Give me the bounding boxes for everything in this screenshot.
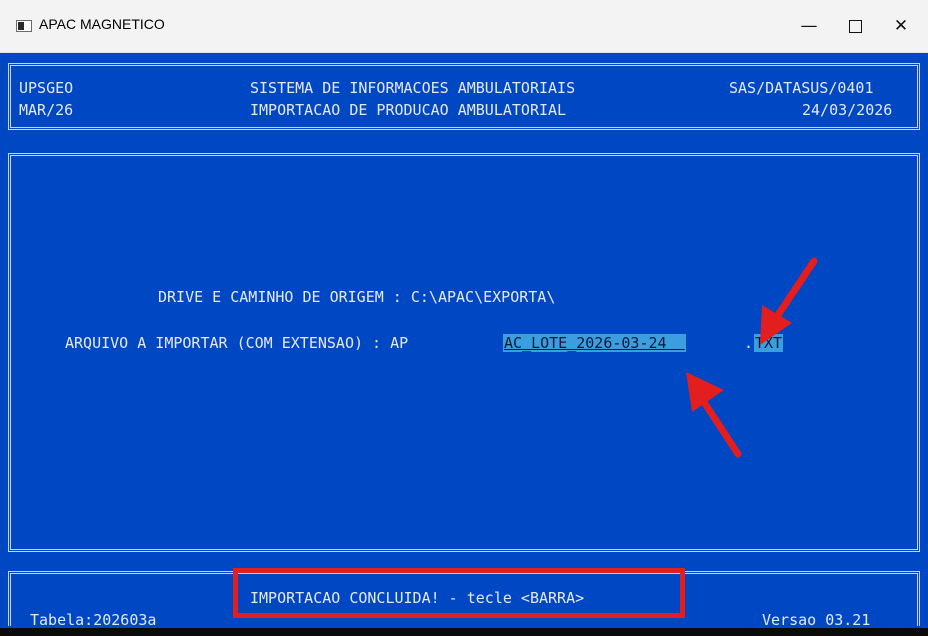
arrow-to-filename-icon bbox=[686, 372, 742, 458]
header-date: 24/03/2026 bbox=[802, 101, 893, 119]
header-screen-title: IMPORTACAO DE PRODUCAO AMBULATORIAL bbox=[250, 101, 567, 119]
app-icon bbox=[16, 20, 32, 32]
maximize-icon bbox=[848, 19, 862, 33]
bottom-strip bbox=[0, 628, 928, 636]
program-version-label: Versao 03.21 bbox=[760, 611, 873, 629]
title-bar[interactable]: APAC MAGNETICO — ✕ bbox=[0, 0, 928, 53]
apac-window: APAC MAGNETICO — ✕ UPSGEO MAR/26 SISTEMA… bbox=[0, 0, 928, 636]
minimize-button[interactable]: — bbox=[786, 0, 832, 52]
close-button[interactable]: ✕ bbox=[878, 0, 924, 52]
arrow-to-extension-icon bbox=[760, 257, 818, 345]
window-title: APAC MAGNETICO bbox=[39, 16, 165, 32]
maximize-button[interactable] bbox=[832, 0, 878, 52]
file-name-field[interactable]: AC_LOTE_2026-03-24 bbox=[503, 334, 686, 352]
header-unit: UPSGEO bbox=[19, 79, 74, 97]
header-version-code: SAS/DATASUS/0401 bbox=[729, 79, 874, 97]
status-highlight-box bbox=[233, 568, 685, 618]
drive-path-label: DRIVE E CAMINHO DE ORIGEM : C:\APAC\EXPO… bbox=[158, 288, 556, 306]
header-system-name: SISTEMA DE INFORMACOES AMBULATORIAIS bbox=[250, 79, 576, 97]
table-version-label: Tabela:202603a bbox=[28, 611, 159, 629]
header-competence: MAR/26 bbox=[19, 101, 74, 119]
file-import-label: ARQUIVO A IMPORTAR (COM EXTENSAO) : AP bbox=[65, 334, 409, 352]
